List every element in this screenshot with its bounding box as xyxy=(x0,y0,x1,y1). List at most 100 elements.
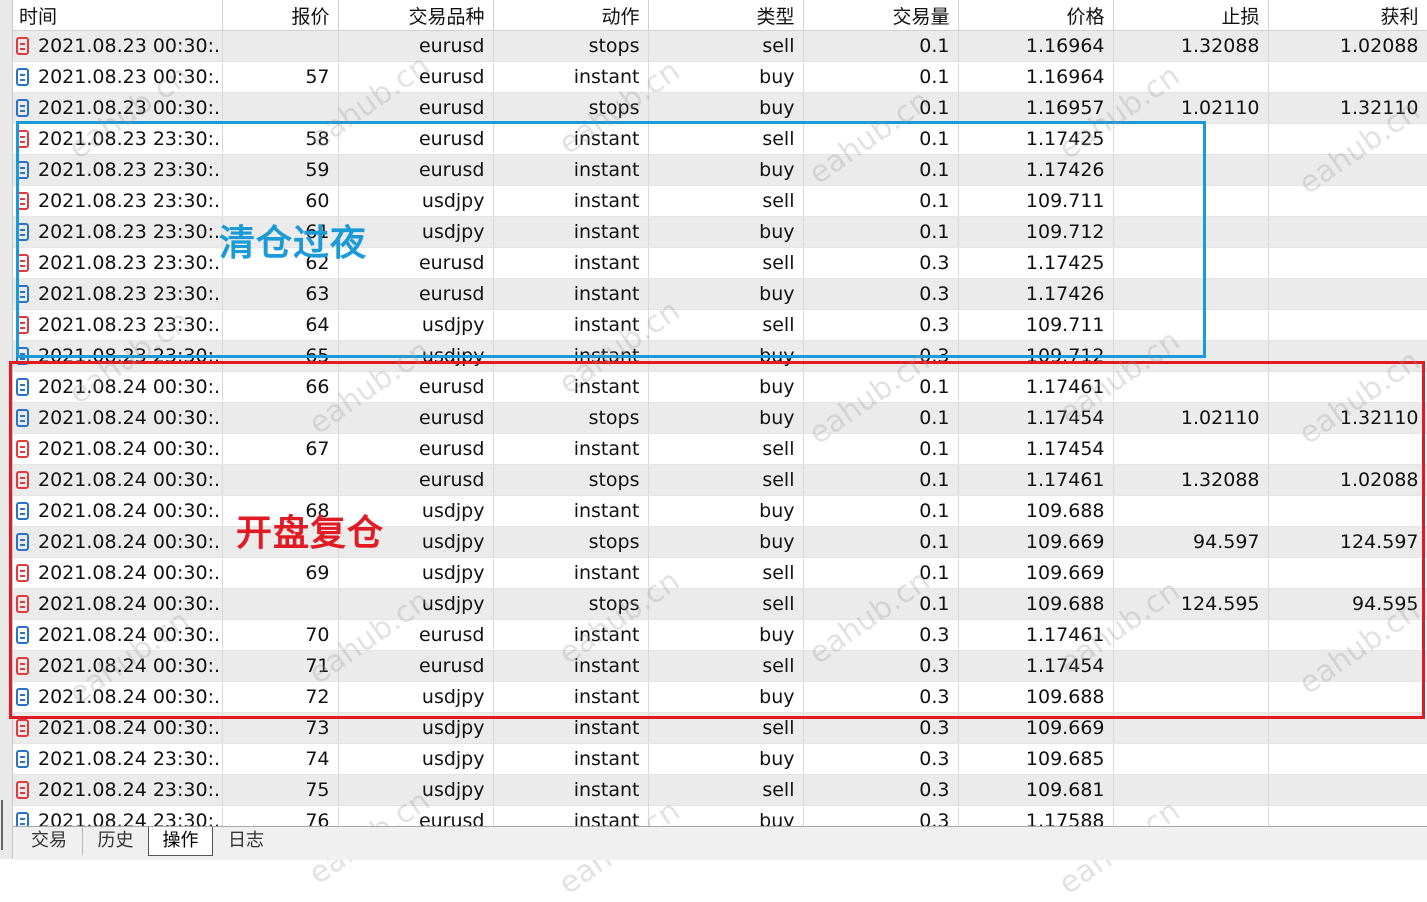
time-cell: 2021.08.23 23:30:... xyxy=(13,247,223,279)
action-cell: instant xyxy=(493,712,649,744)
ticket-cell xyxy=(222,402,339,434)
time-text: 2021.08.24 00:30:... xyxy=(38,655,222,677)
table-row[interactable]: 2021.08.24 00:30:... usdjpy stops sell 0.1 10… xyxy=(13,588,1427,620)
stop-loss-cell: 1.32088 xyxy=(1113,464,1269,496)
time-text: 2021.08.24 00:30:... xyxy=(38,376,222,398)
volume-cell: 0.1 xyxy=(803,588,959,620)
stop-loss-cell xyxy=(1113,650,1269,682)
price-cell: 1.16964 xyxy=(958,30,1114,62)
table-row[interactable]: 2021.08.24 00:30:... 67 eurusd instant sell 0… xyxy=(13,433,1427,465)
time-text: 2021.08.24 00:30:... xyxy=(38,407,222,429)
time-text: 2021.08.24 00:30:... xyxy=(38,438,222,460)
table-row[interactable]: 2021.08.24 00:30:... 71 eurusd instant sell 0… xyxy=(13,650,1427,682)
table-row[interactable]: 2021.08.23 23:30:... 59 eurusd instant buy 0.… xyxy=(13,154,1427,186)
side-strip-marker xyxy=(1,800,12,850)
ticket-cell: 57 xyxy=(222,61,339,93)
time-text: 2021.08.23 23:30:... xyxy=(38,159,222,181)
ticket-cell xyxy=(222,588,339,620)
table-row[interactable]: 2021.08.23 00:30:... eurusd stops sell 0.1 1.… xyxy=(13,30,1427,62)
tab-journal[interactable]: 日志 xyxy=(213,827,279,855)
stop-loss-cell: 94.597 xyxy=(1113,526,1269,558)
sell-order-icon xyxy=(16,254,29,272)
table-row[interactable]: 2021.08.24 00:30:... usdjpy stops buy 0.1 109… xyxy=(13,526,1427,558)
column-header-action[interactable]: 动作 xyxy=(493,0,649,31)
symbol-cell: usdjpy xyxy=(338,557,494,589)
action-cell: instant xyxy=(493,433,649,465)
stop-loss-cell xyxy=(1113,557,1269,589)
stop-loss-cell: 124.595 xyxy=(1113,588,1269,620)
ticket-cell: 60 xyxy=(222,185,339,217)
price-cell: 1.17426 xyxy=(958,154,1114,186)
time-cell: 2021.08.24 00:30:... xyxy=(13,495,223,527)
time-text: 2021.08.23 23:30:... xyxy=(38,252,222,274)
table-row[interactable]: 2021.08.23 00:30:... 57 eurusd instant buy 0.… xyxy=(13,61,1427,93)
table-row[interactable]: 2021.08.23 00:30:... eurusd stops buy 0.1 1.1… xyxy=(13,92,1427,124)
column-header-price[interactable]: 价格 xyxy=(958,0,1114,31)
column-header-time[interactable]: 时间 xyxy=(13,0,223,31)
table-row[interactable]: 2021.08.24 00:30:... 68 usdjpy instant buy 0.… xyxy=(13,495,1427,527)
tab-history[interactable]: 历史 xyxy=(83,827,149,855)
table-row[interactable]: 2021.08.24 23:30:... 76 eurusd instant buy 0.… xyxy=(13,805,1427,826)
column-header-volume[interactable]: 交易量 xyxy=(803,0,959,31)
buy-order-icon xyxy=(16,812,29,826)
time-cell: 2021.08.24 00:30:... xyxy=(13,433,223,465)
tab-operations[interactable]: 操作 xyxy=(148,827,213,856)
type-cell: buy xyxy=(648,805,804,826)
table-row[interactable]: 2021.08.24 00:30:... 66 eurusd instant buy 0.… xyxy=(13,371,1427,403)
take-profit-cell xyxy=(1268,340,1427,372)
volume-cell: 0.3 xyxy=(803,340,959,372)
volume-cell: 0.1 xyxy=(803,433,959,465)
symbol-cell: usdjpy xyxy=(338,712,494,744)
time-cell: 2021.08.24 00:30:... xyxy=(13,588,223,620)
stop-loss-cell xyxy=(1113,805,1269,826)
column-header-stop-loss[interactable]: 止损 xyxy=(1113,0,1269,31)
volume-cell: 0.1 xyxy=(803,154,959,186)
table-row[interactable]: 2021.08.24 00:30:... eurusd stops sell 0.1 1.… xyxy=(13,464,1427,496)
column-header-take-profit[interactable]: 获利 xyxy=(1268,0,1427,31)
volume-cell: 0.1 xyxy=(803,557,959,589)
price-cell: 1.16957 xyxy=(958,92,1114,124)
ticket-cell: 59 xyxy=(222,154,339,186)
column-header-ticket[interactable]: 报价 xyxy=(222,0,339,31)
table-row[interactable]: 2021.08.24 00:30:... 73 usdjpy instant sell 0… xyxy=(13,712,1427,744)
toolbox-side-strip xyxy=(0,0,13,859)
table-row[interactable]: 2021.08.24 00:30:... 72 usdjpy instant buy 0.… xyxy=(13,681,1427,713)
column-header-type[interactable]: 类型 xyxy=(648,0,804,31)
symbol-cell: usdjpy xyxy=(338,340,494,372)
column-header-symbol[interactable]: 交易品种 xyxy=(338,0,494,31)
table-row[interactable]: 2021.08.24 00:30:... 69 usdjpy instant sell 0… xyxy=(13,557,1427,589)
type-cell: buy xyxy=(648,495,804,527)
symbol-cell: eurusd xyxy=(338,123,494,155)
time-text: 2021.08.23 00:30:... xyxy=(38,97,222,119)
stop-loss-cell xyxy=(1113,185,1269,217)
table-row[interactable]: 2021.08.23 23:30:... 64 usdjpy instant sell 0… xyxy=(13,309,1427,341)
table-row[interactable]: 2021.08.23 23:30:... 63 eurusd instant buy 0.… xyxy=(13,278,1427,310)
table-row[interactable]: 2021.08.23 23:30:... 58 eurusd instant sell 0… xyxy=(13,123,1427,155)
table-row[interactable]: 2021.08.24 00:30:... 70 eurusd instant buy 0.… xyxy=(13,619,1427,651)
stop-loss-cell: 1.32088 xyxy=(1113,30,1269,62)
table-row[interactable]: 2021.08.23 23:30:... 65 usdjpy instant buy 0.… xyxy=(13,340,1427,372)
take-profit-cell xyxy=(1268,805,1427,826)
symbol-cell: usdjpy xyxy=(338,743,494,775)
time-cell: 2021.08.24 00:30:... xyxy=(13,650,223,682)
take-profit-cell xyxy=(1268,123,1427,155)
take-profit-cell xyxy=(1268,154,1427,186)
take-profit-cell xyxy=(1268,309,1427,341)
table-row[interactable]: 2021.08.24 23:30:... 75 usdjpy instant sell 0… xyxy=(13,774,1427,806)
table-row[interactable]: 2021.08.23 23:30:... 60 usdjpy instant sell 0… xyxy=(13,185,1427,217)
table-row[interactable]: 2021.08.24 00:30:... eurusd stops buy 0.1 1.1… xyxy=(13,402,1427,434)
volume-cell: 0.1 xyxy=(803,371,959,403)
take-profit-cell xyxy=(1268,495,1427,527)
type-cell: sell xyxy=(648,433,804,465)
time-text: 2021.08.23 00:30:... xyxy=(38,66,222,88)
action-cell: instant xyxy=(493,216,649,248)
ticket-cell: 73 xyxy=(222,712,339,744)
stop-loss-cell xyxy=(1113,433,1269,465)
time-cell: 2021.08.24 00:30:... xyxy=(13,464,223,496)
action-cell: stops xyxy=(493,588,649,620)
action-cell: instant xyxy=(493,340,649,372)
time-text: 2021.08.24 00:30:... xyxy=(38,531,222,553)
tab-trade[interactable]: 交易 xyxy=(16,827,83,855)
table-row[interactable]: 2021.08.24 23:30:... 74 usdjpy instant buy 0.… xyxy=(13,743,1427,775)
volume-cell: 0.1 xyxy=(803,526,959,558)
